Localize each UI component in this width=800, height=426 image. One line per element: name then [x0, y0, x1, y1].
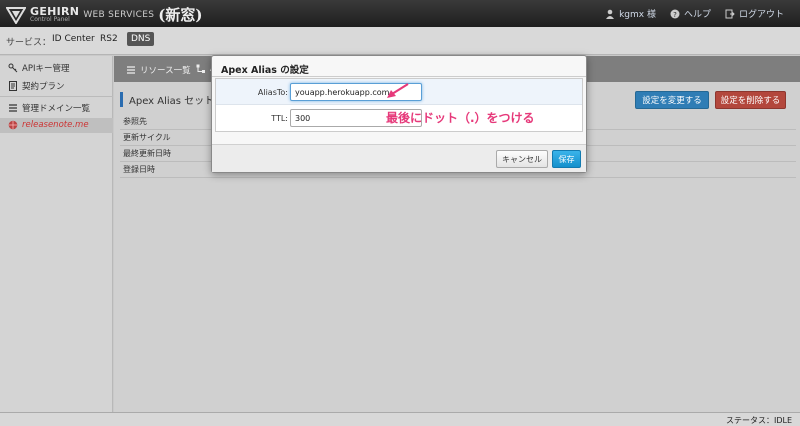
- delete-settings-button[interactable]: 設定を削除する: [715, 91, 786, 109]
- user-link[interactable]: kgmx 様: [605, 7, 656, 20]
- save-button[interactable]: 保存: [552, 150, 581, 168]
- document-icon: [9, 81, 17, 91]
- annotation-text: 最後にドット（.）をつける: [386, 111, 535, 125]
- help-icon: ?: [670, 9, 680, 19]
- help-label: ヘルプ: [683, 10, 711, 20]
- sidebar-item-label: 管理ドメイン一覧: [22, 104, 91, 114]
- sidebar-divider: [0, 96, 113, 97]
- breadcrumb-resources[interactable]: リソース一覧: [126, 64, 191, 76]
- service-rs2[interactable]: RS2: [100, 34, 118, 44]
- section-title: Apex Alias セットア: [120, 92, 224, 107]
- sidebar-item-plan[interactable]: 契約プラン: [8, 80, 65, 92]
- logo-kanji: (新窓): [158, 6, 203, 24]
- logo-text: GEHIRN Control Panel: [30, 6, 79, 23]
- change-settings-button[interactable]: 設定を変更する: [635, 91, 709, 109]
- tree-icon: [196, 64, 205, 73]
- globe-icon: [8, 120, 18, 130]
- sidebar-item-label: releasenote.me: [22, 120, 89, 130]
- service-id-center[interactable]: ID Center: [52, 34, 95, 44]
- user-menu: kgmx 様 ? ヘルプ ログアウト: [605, 7, 784, 20]
- alias-label: AliasTo:: [257, 88, 288, 97]
- sidebar-item-label: APIキー管理: [22, 64, 70, 74]
- sidebar-item-api-keys[interactable]: APIキー管理: [8, 62, 69, 74]
- logo-services: WEB SERVICES: [83, 9, 155, 20]
- logout-icon: [725, 9, 735, 18]
- dialog-footer: キャンセル 保存: [212, 144, 586, 172]
- status-bar: ステータス：IDLE: [0, 412, 800, 426]
- ttl-label: TTL:: [271, 114, 288, 123]
- svg-text:?: ?: [673, 11, 677, 19]
- list-icon: [9, 104, 17, 112]
- logo[interactable]: GEHIRN Control Panel WEB SERVICES (新窓): [6, 4, 202, 25]
- top-bar: GEHIRN Control Panel WEB SERVICES (新窓) k…: [0, 0, 800, 27]
- logout-link[interactable]: ログアウト: [725, 7, 784, 20]
- list-icon: [127, 66, 135, 74]
- sidebar-item-releasenote[interactable]: releasenote.me: [8, 120, 89, 130]
- logout-label: ログアウト: [738, 10, 784, 20]
- sidebar-item-domains[interactable]: 管理ドメイン一覧: [8, 102, 90, 114]
- dialog-title: Apex Alias の設定: [221, 65, 309, 76]
- logo-mark-icon: [6, 6, 26, 24]
- user-icon: [606, 9, 615, 19]
- sidebar: APIキー管理 契約プラン 管理ドメイン一覧 releasenote.me: [0, 56, 113, 412]
- status-text: ステータス：IDLE: [725, 416, 792, 425]
- service-dns[interactable]: DNS: [127, 32, 155, 46]
- key-icon: [8, 63, 18, 73]
- cancel-button[interactable]: キャンセル: [496, 150, 548, 168]
- breadcrumb-label: リソース一覧: [140, 66, 191, 76]
- services-label: サービス：: [6, 38, 52, 48]
- dialog-header: Apex Alias の設定: [212, 56, 586, 77]
- annotation-arrow-icon: [387, 83, 409, 98]
- sidebar-item-label: 契約プラン: [22, 82, 65, 92]
- service-bar: サービス： ID Center RS2 DNS: [0, 27, 800, 55]
- user-name: kgmx 様: [619, 10, 656, 20]
- help-link[interactable]: ? ヘルプ: [670, 7, 711, 20]
